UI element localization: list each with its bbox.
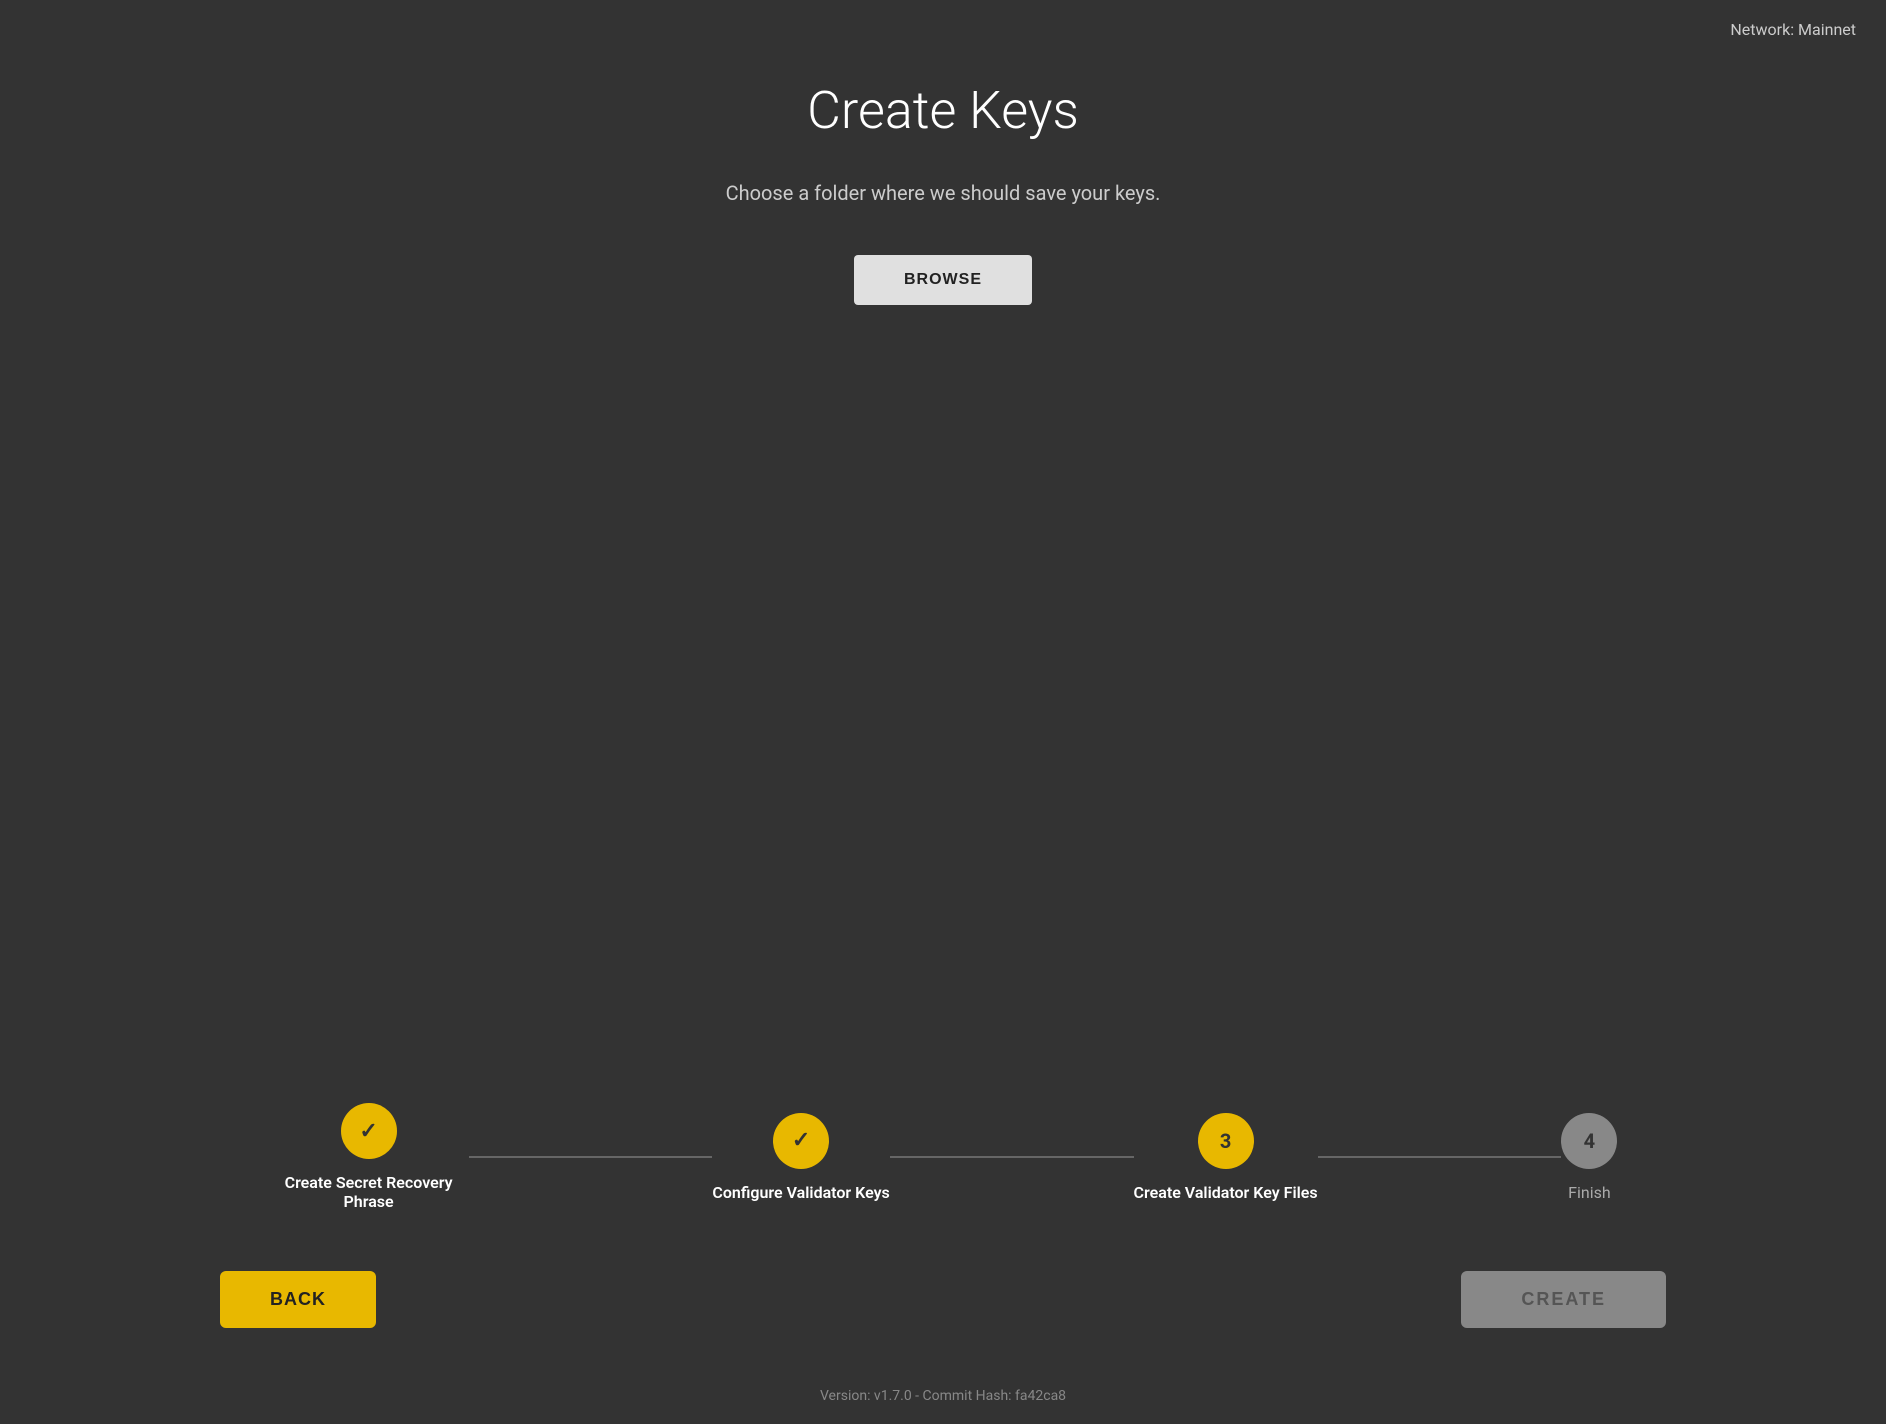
step-2: ✓ Configure Validator Keys <box>712 1113 889 1202</box>
connector-2-3 <box>890 1156 1134 1158</box>
step-4: 4 Finish <box>1561 1113 1617 1202</box>
step-1-label: Create Secret Recovery Phrase <box>269 1173 469 1211</box>
back-button[interactable]: BACK <box>220 1271 376 1328</box>
connector-3-4 <box>1318 1156 1562 1158</box>
step-3-number: 3 <box>1220 1129 1231 1153</box>
page-subtitle: Choose a folder where we should save you… <box>726 181 1161 205</box>
step-4-label: Finish <box>1568 1183 1611 1202</box>
create-button[interactable]: CREATE <box>1461 1271 1666 1328</box>
step-2-circle: ✓ <box>773 1113 829 1169</box>
step-4-number: 4 <box>1584 1129 1595 1153</box>
browse-button[interactable]: BROWSE <box>854 255 1032 305</box>
step-2-label: Configure Validator Keys <box>712 1183 889 1202</box>
step-1-circle: ✓ <box>341 1103 397 1159</box>
nav-buttons: BACK CREATE <box>0 1251 1886 1368</box>
step-4-circle: 4 <box>1561 1113 1617 1169</box>
stepper-container: ✓ Create Secret Recovery Phrase ✓ Config… <box>269 1103 1618 1211</box>
stepper-section: ✓ Create Secret Recovery Phrase ✓ Config… <box>0 1103 1886 1251</box>
main-content: Create Keys Choose a folder where we sho… <box>0 0 1886 1103</box>
step-3-label: Create Validator Key Files <box>1134 1183 1318 1202</box>
footer-version: Version: v1.7.0 - Commit Hash: fa42ca8 <box>0 1368 1886 1424</box>
connector-1-2 <box>469 1156 713 1158</box>
step-1: ✓ Create Secret Recovery Phrase <box>269 1103 469 1211</box>
step-1-check: ✓ <box>359 1119 377 1144</box>
network-label: Network: Mainnet <box>1730 20 1856 39</box>
step-3: 3 Create Validator Key Files <box>1134 1113 1318 1202</box>
step-2-check: ✓ <box>792 1128 810 1153</box>
page-title: Create Keys <box>807 80 1079 141</box>
step-3-circle: 3 <box>1198 1113 1254 1169</box>
